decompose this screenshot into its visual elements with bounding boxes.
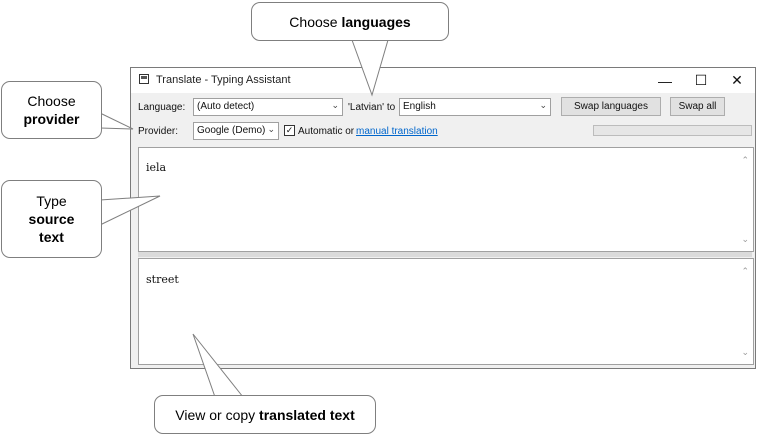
callout-pointers xyxy=(99,39,389,398)
callout-source-plain: Type xyxy=(36,193,67,209)
callout-choose-provider: Choose provider xyxy=(1,81,102,139)
callout-languages-plain: Choose xyxy=(289,13,338,30)
callout-source-bold2: text xyxy=(39,229,64,245)
callout-translated-bold: translated text xyxy=(259,406,355,423)
callout-translated-plain: View or copy xyxy=(175,406,256,423)
callout-choose-languages: Choose languages xyxy=(251,2,449,41)
pointer-languages xyxy=(352,40,388,95)
callout-view-translated: View or copy translated text xyxy=(154,395,376,434)
callout-type-source: Type source text xyxy=(1,180,102,258)
callout-languages-bold: languages xyxy=(341,13,411,30)
callout-source-bold1: source xyxy=(28,211,75,227)
callout-provider-bold: provider xyxy=(23,111,80,127)
callout-provider-plain: Choose xyxy=(27,93,76,109)
